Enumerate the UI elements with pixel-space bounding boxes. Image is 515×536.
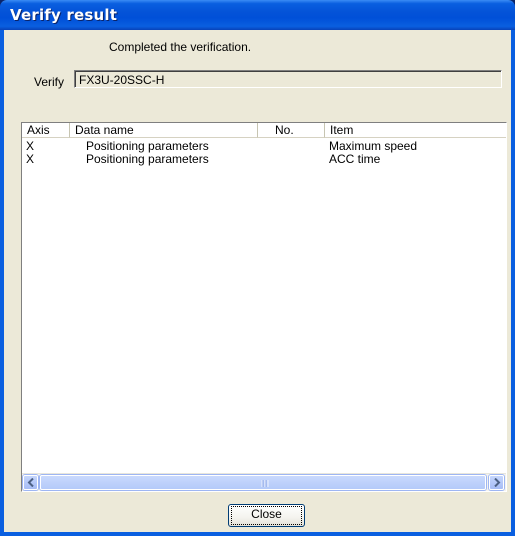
window-title: Verify result xyxy=(10,6,118,24)
column-header-data-name[interactable]: Data name xyxy=(70,123,258,138)
list-header: Axis Data name No. Item xyxy=(22,123,506,139)
title-bar[interactable]: Verify result xyxy=(0,0,515,30)
focus-rectangle xyxy=(231,506,302,525)
column-header-no[interactable]: No. xyxy=(258,123,325,138)
verify-result-list[interactable]: Axis Data name No. Item X Positioning pa… xyxy=(21,122,507,492)
window-frame-bottom xyxy=(0,532,515,536)
scroll-thumb[interactable] xyxy=(40,475,486,490)
scroll-left-button[interactable] xyxy=(23,475,38,490)
arrow-left-icon xyxy=(27,478,34,487)
verify-result-window: Verify result Completed the verification… xyxy=(0,0,515,536)
cell-data-name: Positioning parameters xyxy=(86,152,209,166)
column-header-item[interactable]: Item xyxy=(325,123,506,138)
scroll-grip-icon xyxy=(261,480,269,487)
column-header-axis[interactable]: Axis xyxy=(22,123,70,138)
table-row[interactable]: X Positioning parameters ACC time xyxy=(22,153,506,166)
scroll-right-button[interactable] xyxy=(489,475,504,490)
verify-field: FX3U-20SSC-H xyxy=(74,70,502,88)
arrow-right-icon xyxy=(494,478,501,487)
completion-message: Completed the verification. xyxy=(109,40,252,54)
verify-label: Verify xyxy=(34,75,65,89)
close-button[interactable]: Close xyxy=(228,504,305,527)
horizontal-scrollbar[interactable] xyxy=(22,473,506,491)
window-frame-right xyxy=(511,30,515,536)
dialog-client-area: Completed the verification. Verify FX3U-… xyxy=(4,30,511,532)
cell-axis: X xyxy=(26,152,35,166)
cell-item: ACC time xyxy=(329,152,381,166)
